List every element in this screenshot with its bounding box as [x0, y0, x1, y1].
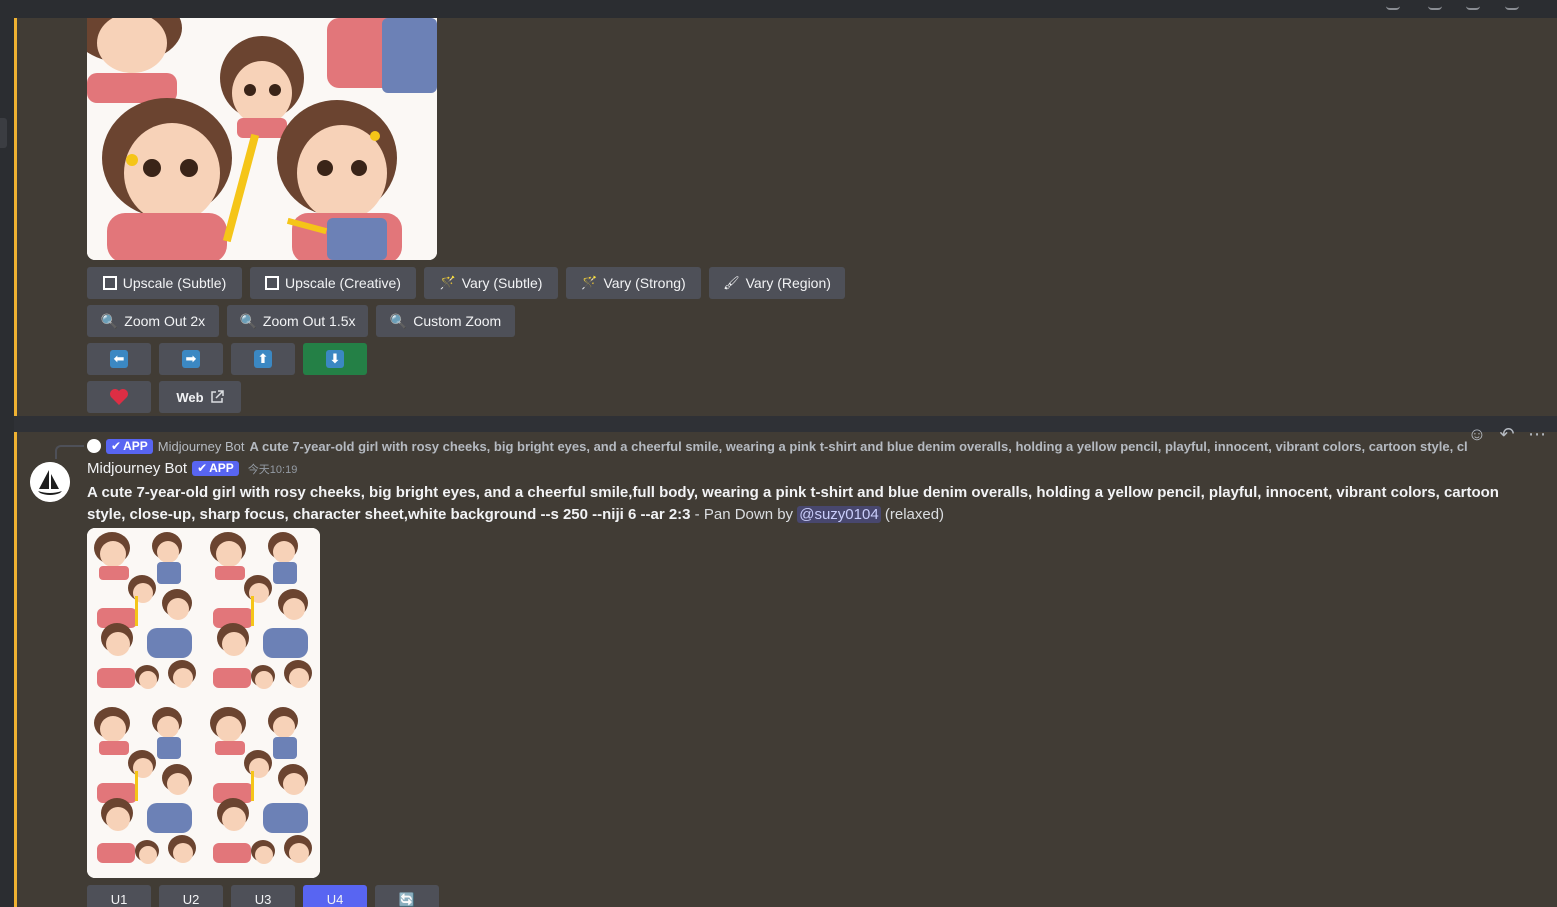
generated-image-upscaled[interactable] [87, 18, 437, 260]
zoom-out-1-5x-button[interactable]: 🔍 Zoom Out 1.5x [227, 305, 368, 337]
message-hover-toolbar: ☺ ↶ ⋯ [1457, 420, 1557, 448]
app-badge: ✔ APP [106, 438, 153, 454]
reply-spine [55, 445, 84, 459]
arrow-right-icon: ➡ [182, 350, 200, 368]
mention-highlight-bar [14, 432, 17, 907]
vary-strong-button[interactable]: 🪄 Vary (Strong) [566, 267, 701, 299]
pan-up-button[interactable]: ⬆ [231, 343, 295, 375]
upscale-3-button[interactable]: U3 [231, 885, 295, 907]
timestamp[interactable]: 今天10:19 [248, 461, 298, 477]
channel-header-bar [0, 0, 1557, 19]
mode-text: (relaxed) [880, 506, 945, 523]
upscale-subtle-button[interactable]: Upscale (Subtle) [87, 267, 242, 299]
message-header: Midjourney Bot ✔ APP 今天10:19 [87, 460, 297, 477]
button-label: Zoom Out 2x [124, 313, 206, 329]
girl-illustration-icon [87, 18, 437, 260]
verified-check-icon: ✔ [197, 461, 208, 475]
mention-highlight-bar [14, 18, 17, 416]
add-reaction-icon[interactable]: ☺ [1465, 422, 1489, 446]
button-label: Vary (Subtle) [461, 275, 543, 291]
upscale-4-button[interactable]: U4 [303, 885, 367, 907]
pin-icon[interactable] [1386, 0, 1400, 10]
heart-icon [110, 389, 128, 405]
pan-right-button[interactable]: ➡ [159, 343, 223, 375]
arrow-left-icon: ⬅ [110, 350, 128, 368]
verified-check-icon: ✔ [111, 438, 122, 453]
message-divider [14, 416, 1557, 432]
sidebar-selection-indicator [0, 118, 7, 148]
magic-wand-icon: 🪄 [439, 275, 456, 290]
message-content: A cute 7-year-old girl with rosy cheeks,… [87, 482, 1537, 526]
external-link-icon [210, 390, 224, 403]
web-link-button[interactable]: Web [159, 381, 241, 413]
upscale-2-button[interactable]: U2 [159, 885, 223, 907]
zoom-out-2x-button[interactable]: 🔍 Zoom Out 2x [87, 305, 219, 337]
button-label: Zoom Out 1.5x [262, 313, 356, 329]
pan-left-button[interactable]: ⬅ [87, 343, 151, 375]
user-mention[interactable]: @suzy0104 [797, 506, 881, 523]
button-label: Upscale (Subtle) [122, 275, 227, 291]
character-sheet-grid-icon [87, 528, 320, 878]
members-icon[interactable] [1466, 0, 1480, 10]
server-sidebar-edge [0, 18, 14, 907]
favorite-button[interactable] [87, 381, 151, 413]
app-badge: ✔ APP [192, 461, 239, 476]
reply-icon[interactable]: ↶ [1495, 422, 1519, 446]
magnifier-icon: 🔍 [239, 312, 257, 329]
vary-region-button[interactable]: 🖌 Vary (Region) [709, 267, 845, 299]
reply-text: A cute 7-year-old girl with rosy cheeks,… [249, 438, 1467, 454]
button-label: Web [176, 389, 204, 405]
generated-image-grid[interactable] [87, 528, 320, 878]
avatar[interactable] [30, 462, 70, 502]
button-label: Vary (Strong) [603, 275, 686, 291]
action-suffix: - Pan Down by [690, 506, 798, 523]
username[interactable]: Midjourney Bot [87, 460, 187, 477]
upscale-creative-button[interactable]: Upscale (Creative) [250, 267, 416, 299]
sailboat-icon [30, 462, 70, 502]
pan-down-button[interactable]: ⬇ [303, 343, 367, 375]
magnifier-icon: 🔍 [100, 312, 119, 329]
button-label: Upscale (Creative) [285, 275, 401, 291]
button-label: Vary (Region) [745, 275, 831, 291]
more-icon[interactable]: ⋯ [1525, 422, 1549, 446]
arrow-up-icon: ⬆ [254, 350, 272, 368]
arrow-down-icon: ⬇ [326, 350, 344, 368]
reroll-button[interactable]: 🔄 [375, 885, 439, 907]
fullscreen-icon [102, 276, 117, 290]
magnifier-icon: 🔍 [389, 312, 408, 329]
upscale-1-button[interactable]: U1 [87, 885, 151, 907]
paintbrush-icon: 🖌 [723, 275, 740, 290]
button-label: Custom Zoom [413, 313, 502, 329]
vary-subtle-button[interactable]: 🪄 Vary (Subtle) [424, 267, 558, 299]
reply-avatar-icon [87, 439, 101, 453]
magic-wand-icon: 🪄 [581, 275, 598, 290]
fullscreen-icon [265, 276, 280, 290]
custom-zoom-button[interactable]: 🔍 Custom Zoom [376, 305, 515, 337]
reply-reference[interactable]: ✔ APP Midjourney Bot A cute 7-year-old gi… [87, 438, 1467, 454]
notification-icon[interactable] [1428, 0, 1442, 10]
reply-username[interactable]: Midjourney Bot [158, 439, 245, 454]
inbox-icon[interactable] [1505, 0, 1519, 10]
